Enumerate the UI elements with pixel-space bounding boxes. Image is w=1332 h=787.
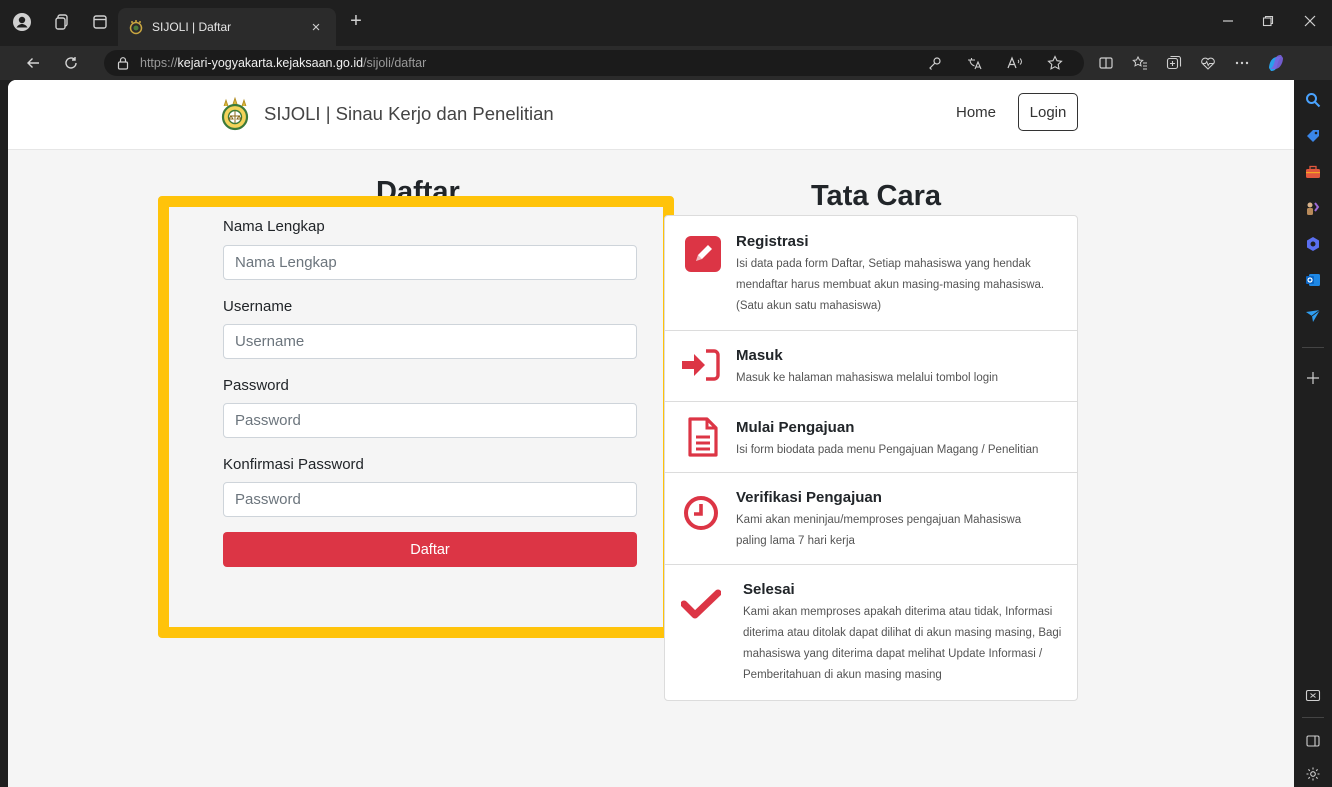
list-item: Mulai Pengajuan Isi form biodata pada me… (665, 402, 1077, 473)
shopping-tag-icon[interactable] (1305, 128, 1321, 144)
lock-icon[interactable] (116, 56, 130, 70)
steps-list: Registrasi Isi data pada form Daftar, Se… (664, 215, 1078, 701)
step-title: Verifikasi Pengajuan (736, 489, 882, 506)
hide-sidebar-icon[interactable] (1305, 733, 1321, 749)
daftar-submit-button[interactable]: Daftar (223, 532, 637, 567)
read-aloud-icon[interactable] (1002, 50, 1028, 76)
refresh-icon[interactable] (58, 50, 84, 76)
tab-close-icon[interactable]: × (306, 19, 326, 36)
new-tab-button[interactable]: + (344, 10, 368, 34)
edge-sidebar (1294, 80, 1332, 787)
list-item: Masuk Masuk ke halaman mahasiswa melalui… (665, 331, 1077, 402)
split-screen-icon[interactable] (1093, 50, 1119, 76)
sign-in-icon (681, 345, 721, 385)
kejaksaan-logo-icon (221, 96, 249, 131)
step-desc: Isi data pada form Daftar, Setiap mahasi… (736, 258, 1045, 312)
collections-icon[interactable] (1161, 50, 1187, 76)
url-path: /sijoli/daftar (363, 56, 427, 70)
screenshot-icon[interactable] (1305, 688, 1321, 704)
pencil-square-icon (683, 234, 723, 274)
step-title: Mulai Pengajuan (736, 419, 855, 436)
sidebar-divider (1302, 717, 1324, 718)
microsoft-365-icon[interactable] (1305, 236, 1321, 252)
tab-actions-icon[interactable] (90, 12, 110, 32)
check-icon (681, 584, 721, 624)
username-input[interactable] (223, 324, 637, 359)
brand-text: SIJOLI | Sinau Kerjo dan Penelitian (264, 103, 554, 124)
favorite-star-icon[interactable] (1042, 50, 1068, 76)
drop-send-icon[interactable] (1305, 308, 1321, 324)
list-item: Selesai Kami akan memproses apakah diter… (665, 565, 1077, 701)
site-navbar: SIJOLI | Sinau Kerjo dan Penelitian Home… (8, 80, 1294, 150)
url-scheme: https:// (140, 56, 178, 70)
step-title: Masuk (736, 347, 783, 364)
active-tab[interactable]: SIJOLI | Daftar × (118, 8, 336, 46)
tab-title: SIJOLI | Daftar (152, 20, 232, 34)
games-icon[interactable] (1305, 200, 1321, 216)
brand[interactable]: SIJOLI | Sinau Kerjo dan Penelitian (218, 96, 554, 132)
document-icon (683, 417, 723, 457)
nama-lengkap-input[interactable] (223, 245, 637, 280)
label-username: Username (223, 298, 293, 315)
copilot-icon[interactable] (1263, 50, 1289, 76)
list-item: Registrasi Isi data pada form Daftar, Se… (665, 216, 1077, 331)
key-icon[interactable] (922, 50, 948, 76)
konfirmasi-password-input[interactable] (223, 482, 637, 517)
address-bar-actions (922, 50, 1068, 76)
favorites-icon[interactable] (1127, 50, 1153, 76)
login-button[interactable]: Login (1018, 93, 1078, 131)
page-viewport: SIJOLI | Sinau Kerjo dan Penelitian Home… (8, 80, 1294, 787)
close-window-button[interactable] (1290, 10, 1330, 34)
outlook-icon[interactable] (1305, 272, 1321, 288)
label-nama-lengkap: Nama Lengkap (223, 218, 325, 235)
search-icon[interactable] (1305, 92, 1321, 108)
step-title: Registrasi (736, 233, 809, 250)
add-sidebar-app-icon[interactable] (1305, 370, 1321, 386)
label-password: Password (223, 377, 289, 394)
step-desc: Kami akan memproses apakah diterima atau… (743, 606, 1062, 681)
tools-briefcase-icon[interactable] (1305, 164, 1321, 180)
sidebar-divider (1302, 347, 1324, 348)
back-arrow-icon[interactable] (20, 50, 46, 76)
workspaces-icon[interactable] (52, 12, 72, 32)
more-options-icon[interactable] (1229, 50, 1255, 76)
steps-title: Tata Cara (811, 180, 942, 212)
browser-essentials-icon[interactable] (1195, 50, 1221, 76)
step-desc: Masuk ke halaman mahasiswa melalui tombo… (736, 372, 999, 384)
translate-icon[interactable] (962, 50, 988, 76)
url-host: kejari-yogyakarta.kejaksaan.go.id (177, 56, 364, 70)
step-title: Selesai (743, 581, 795, 598)
browser-extensions (1093, 50, 1289, 76)
settings-gear-icon[interactable] (1305, 766, 1321, 782)
site-favicon-icon (129, 20, 143, 35)
step-desc: Isi form biodata pada menu Pengajuan Mag… (736, 444, 1039, 456)
nav-home-link[interactable]: Home (956, 104, 996, 121)
browser-toolbar: https:// kejari-yogyakarta.kejaksaan.go.… (0, 46, 1332, 80)
clock-icon (681, 493, 721, 533)
profile-icon[interactable] (12, 12, 32, 32)
restore-button[interactable] (1248, 10, 1288, 34)
minimize-button[interactable] (1208, 10, 1248, 34)
list-item: Verifikasi Pengajuan Kami akan meninjau/… (665, 473, 1077, 565)
password-input[interactable] (223, 403, 637, 438)
browser-tab-bar: SIJOLI | Daftar × + (0, 0, 1332, 46)
step-desc: Kami akan meninjau/memproses pengajuan M… (736, 514, 1022, 547)
label-konfirmasi-password: Konfirmasi Password (223, 456, 364, 473)
